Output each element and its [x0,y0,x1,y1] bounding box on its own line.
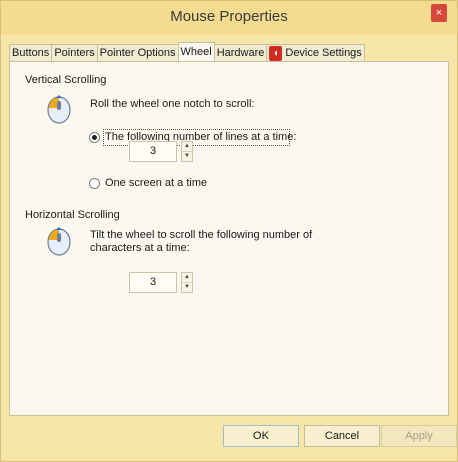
tab-pointer-options[interactable]: Pointer Options [96,44,179,61]
title-bar[interactable]: Mouse Properties × [1,1,457,35]
lines-spinner[interactable]: 3 ▲ ▼ [129,141,193,162]
spin-down-icon[interactable]: ▼ [182,152,192,161]
tab-wheel[interactable]: Wheel [177,42,215,61]
chars-spin-buttons[interactable]: ▲ ▼ [181,272,193,293]
ok-button[interactable]: OK [223,425,299,447]
device-settings-icon: ◖ [269,45,283,61]
tab-device-settings-label: Device Settings [285,47,362,59]
mouse-properties-window: Mouse Properties × Buttons Pointers Poin… [0,0,458,462]
radio-lines-at-a-time[interactable] [89,132,100,143]
spin-down-icon[interactable]: ▼ [182,283,192,292]
horizontal-description-line1: Tilt the wheel to scroll the following n… [90,229,313,241]
tab-device-settings[interactable]: ◖ Device Settings [266,44,365,61]
tab-pointers[interactable]: Pointers [51,44,98,61]
chars-spinner[interactable]: 3 ▲ ▼ [129,272,193,293]
tab-hardware[interactable]: Hardware [213,44,268,61]
option-screen-label[interactable]: One screen at a time [105,177,207,189]
close-icon[interactable]: × [431,4,447,22]
vertical-description: Roll the wheel one notch to scroll: [90,98,255,110]
lines-input[interactable]: 3 [129,141,177,162]
mouse-wheel-icon [47,227,71,256]
lines-spin-buttons[interactable]: ▲ ▼ [181,141,193,162]
horizontal-description-line2: characters at a time: [90,242,190,254]
horizontal-scrolling-label: Horizontal Scrolling [25,209,120,221]
chars-input[interactable]: 3 [129,272,177,293]
mouse-wheel-icon [47,95,71,124]
spin-up-icon[interactable]: ▲ [182,273,192,283]
radio-one-screen[interactable] [89,178,100,189]
spin-up-icon[interactable]: ▲ [182,142,192,152]
wheel-panel: Vertical Scrolling Roll the wheel one no… [9,61,449,416]
tab-strip: Buttons Pointers Pointer Options Wheel H… [9,42,449,61]
vertical-scrolling-label: Vertical Scrolling [25,74,107,86]
apply-button[interactable]: Apply [381,425,457,447]
cancel-button[interactable]: Cancel [304,425,380,447]
tab-buttons[interactable]: Buttons [9,44,53,61]
window-title: Mouse Properties [170,8,288,25]
